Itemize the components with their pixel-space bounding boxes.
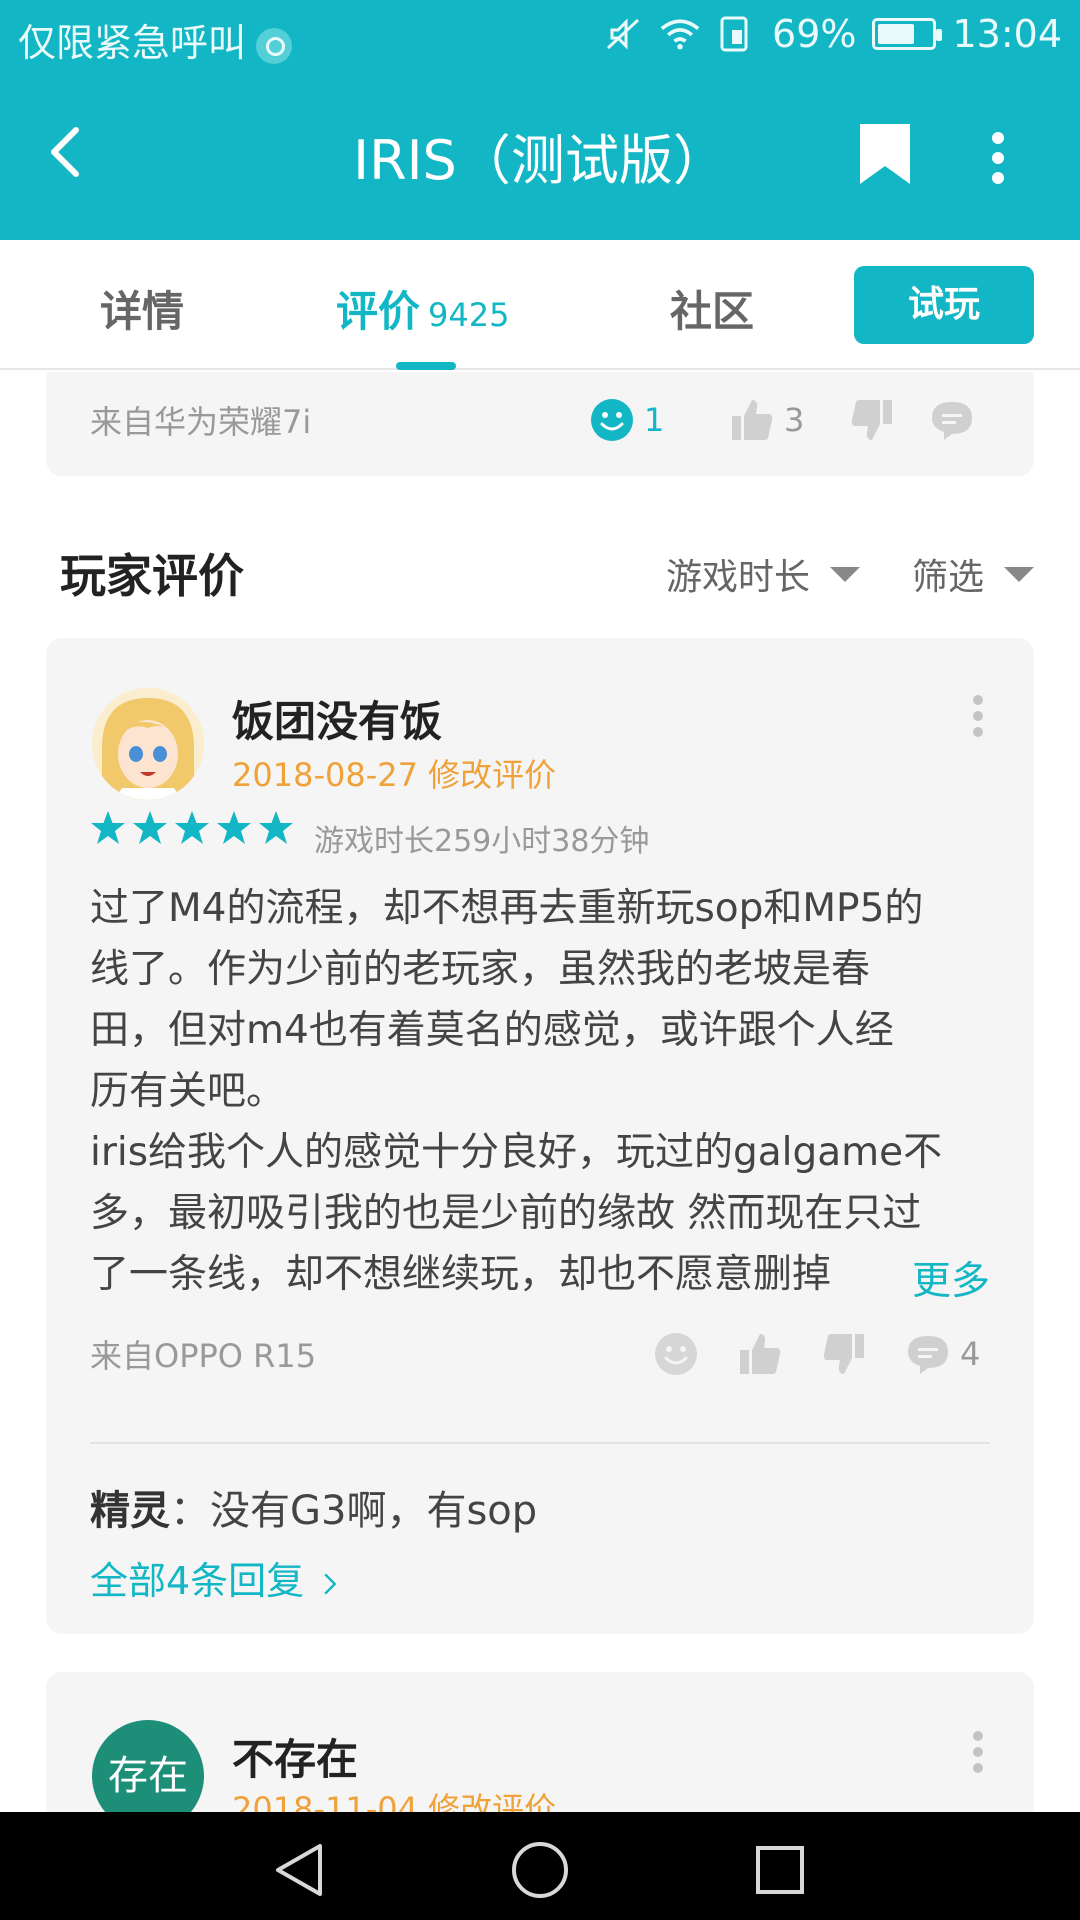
tab-reviews[interactable]: 评价 9425 [336, 278, 509, 339]
read-more-link[interactable]: 更多 [851, 1250, 990, 1306]
tab-community[interactable]: 社区 [670, 278, 754, 339]
sort-dropdown[interactable]: 游戏时长 [666, 548, 861, 600]
more-options-icon[interactable] [978, 128, 1018, 188]
comment-action[interactable] [930, 398, 990, 442]
comment-icon [908, 1336, 948, 1374]
section-title: 玩家评价 [60, 549, 244, 603]
smile-icon [655, 1333, 697, 1375]
star-rating [90, 810, 294, 846]
reply-author[interactable]: 精灵 [90, 1488, 170, 1534]
chevron-down-icon [1004, 566, 1035, 582]
tab-reviews-label: 评价 [336, 287, 421, 336]
like-action[interactable] [738, 1332, 822, 1376]
reply-text: ：没有G3啊，有sop [170, 1488, 538, 1534]
smile-icon-active [591, 399, 633, 441]
review-body[interactable]: 过了M4的流程，却不想再去重新玩sop和MP5的 线了。作为少前的老玩家，虽然我… [90, 878, 1010, 1305]
comment-icon [932, 402, 972, 440]
status-bar: 仅限紧急呼叫 69% 13:04 [0, 0, 1080, 72]
page-title: IRIS（测试版） [353, 129, 727, 192]
star-icon [91, 811, 125, 844]
star-icon [133, 811, 167, 844]
star-icon [175, 811, 209, 844]
star-icon [259, 811, 293, 844]
like-action[interactable]: 3 [730, 398, 830, 442]
timer-icon [256, 27, 293, 64]
tab-reviews-count: 9425 [428, 296, 510, 334]
device-label: 来自OPPO R15 [90, 1337, 317, 1375]
review-line: 多，最初吸引我的也是少前的缘故 然而现在只过 [90, 1191, 922, 1236]
previous-review-card: 来自华为荣耀7i 1 3 [46, 372, 1034, 476]
username[interactable]: 饭团没有饭 [232, 688, 442, 749]
dislike-action[interactable] [822, 1332, 906, 1376]
comment-action[interactable]: 4 [906, 1332, 990, 1376]
smile-action[interactable] [654, 1332, 738, 1376]
clock: 13:04 [952, 12, 1062, 56]
all-replies-label: 全部4条回复 [90, 1559, 305, 1603]
sort-label: 游戏时长 [666, 557, 811, 598]
review-meta-row: 来自OPPO R15 4 [90, 1324, 990, 1384]
comment-count: 4 [960, 1335, 981, 1373]
status-left: 仅限紧急呼叫 [18, 12, 293, 67]
sim-icon [720, 16, 748, 52]
review-date: 2018-08-27 修改评价 [232, 756, 557, 794]
trial-button[interactable]: 试玩 [854, 266, 1034, 344]
bookmark-icon[interactable] [858, 122, 912, 186]
avatar[interactable] [92, 688, 204, 800]
app-bar: IRIS（测试版） [0, 72, 1080, 240]
wifi-icon [660, 19, 700, 50]
review-line: 线了。作为少前的老玩家，虽然我的老坡是春 [90, 947, 871, 992]
card-more-icon[interactable] [972, 1730, 984, 1774]
nav-back-icon[interactable] [270, 1840, 330, 1900]
thumbs-up-icon [740, 1334, 781, 1374]
system-nav-bar [0, 1812, 1080, 1920]
thumbs-up-icon [732, 400, 773, 440]
smile-action[interactable]: 1 [590, 398, 690, 442]
chevron-right-icon [324, 1573, 337, 1594]
battery-percent: 69% [772, 12, 857, 56]
review-card: 饭团没有饭 2018-08-27 修改评价 游戏时长259小时38分钟 过了M4… [46, 638, 1034, 1634]
tab-bar: 详情 评价 9425 社区 试玩 [0, 240, 1080, 370]
review-line: 过了M4的流程，却不想再去重新玩sop和MP5的 [90, 886, 924, 931]
nav-home-icon[interactable] [510, 1840, 570, 1900]
divider [90, 1442, 990, 1444]
thumbs-down-icon [823, 1334, 864, 1374]
dislike-action[interactable] [850, 398, 930, 442]
mute-icon [606, 18, 640, 50]
chevron-down-icon [830, 566, 861, 582]
star-icon [217, 811, 251, 844]
status-right: 69% 13:04 [604, 12, 1062, 56]
carrier-text: 仅限紧急呼叫 [18, 21, 247, 65]
filter-label: 筛选 [912, 557, 985, 598]
smile-count: 1 [644, 401, 665, 439]
device-label: 来自华为荣耀7i [90, 403, 312, 441]
thumbs-down-icon [851, 400, 892, 440]
reply-item[interactable]: 精灵：没有G3啊，有sop [90, 1478, 537, 1536]
battery-fill [878, 24, 915, 44]
review-line: 田，但对m4也有着莫名的感觉，或许跟个人经 [90, 1008, 894, 1053]
filter-dropdown[interactable]: 筛选 [912, 548, 1035, 600]
nav-recents-icon[interactable] [750, 1840, 810, 1900]
review-meta-row: 来自华为荣耀7i 1 3 [90, 390, 990, 450]
review-line: iris给我个人的感觉十分良好，玩过的galgame不 [90, 1130, 943, 1175]
active-tab-indicator [396, 362, 456, 370]
tab-details[interactable]: 详情 [100, 278, 184, 339]
like-count: 3 [784, 401, 805, 439]
review-line: 历有关吧。 [90, 1069, 286, 1114]
all-replies-link[interactable]: 全部4条回复 [90, 1550, 338, 1605]
playtime-label: 游戏时长259小时38分钟 [314, 824, 650, 859]
username[interactable]: 不存在 [232, 1726, 358, 1787]
battery-icon [872, 18, 943, 50]
card-more-icon[interactable] [972, 694, 984, 738]
